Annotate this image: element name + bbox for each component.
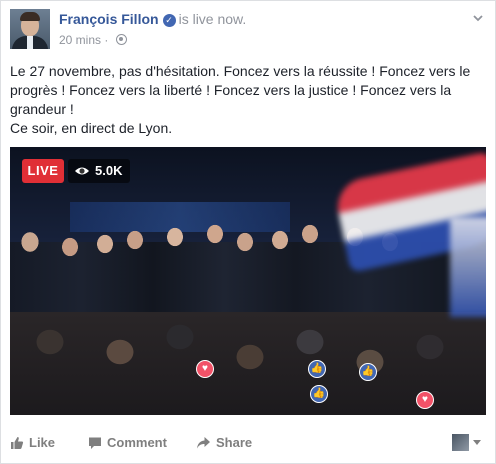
globe-icon[interactable] (115, 34, 127, 45)
page-avatar-thumb (452, 434, 469, 451)
post-actions-bar: Like Comment Share (1, 428, 495, 458)
comment-label: Comment (107, 435, 167, 450)
live-video-post: François Fillon ✓ is live now. 20 mins · L… (0, 0, 496, 464)
verified-badge-icon: ✓ (162, 14, 176, 27)
thumbs-up-icon (11, 437, 24, 449)
live-badge: LIVE (22, 159, 64, 183)
live-status-text: is live now. (178, 11, 247, 27)
meta-separator: · (104, 33, 109, 47)
share-label: Share (216, 435, 253, 450)
like-button[interactable]: Like (10, 435, 55, 450)
post-meta: 20 mins · (59, 33, 127, 47)
comment-button[interactable]: Comment (88, 435, 167, 450)
share-button[interactable]: Share (196, 435, 252, 450)
chevron-down-icon[interactable] (473, 13, 483, 23)
caret-down-icon (473, 440, 481, 445)
live-video-player[interactable]: LIVE 5.0K ♥ 👍 👍 👍 ♥ (10, 147, 486, 415)
like-reaction-icon: 👍 (359, 363, 377, 381)
like-reaction-icon: 👍 (310, 385, 328, 403)
like-reaction-icon: 👍 (308, 360, 326, 378)
viewer-count: 5.0K (95, 163, 123, 178)
page-identity-selector[interactable] (452, 434, 482, 452)
post-message-line: Ce soir, en direct de Lyon. (10, 120, 173, 136)
eye-icon (75, 167, 89, 175)
share-arrow-icon (197, 437, 210, 449)
video-frame (10, 147, 486, 415)
like-label: Like (29, 435, 56, 450)
post-header: François Fillon ✓ is live now. (59, 11, 246, 27)
comment-bubble-icon (89, 437, 101, 449)
post-message: Le 27 novembre, pas d'hésitation. Foncez… (10, 62, 490, 138)
viewer-count-badge: 5.0K (68, 159, 131, 183)
heart-reaction-icon: ♥ (416, 391, 434, 409)
post-message-line: Le 27 novembre, pas d'hésitation. Foncez… (10, 63, 471, 117)
post-timestamp[interactable]: 20 mins (59, 33, 101, 47)
author-name[interactable]: François Fillon (59, 11, 159, 27)
heart-reaction-icon: ♥ (196, 360, 214, 378)
author-avatar[interactable] (10, 9, 50, 49)
